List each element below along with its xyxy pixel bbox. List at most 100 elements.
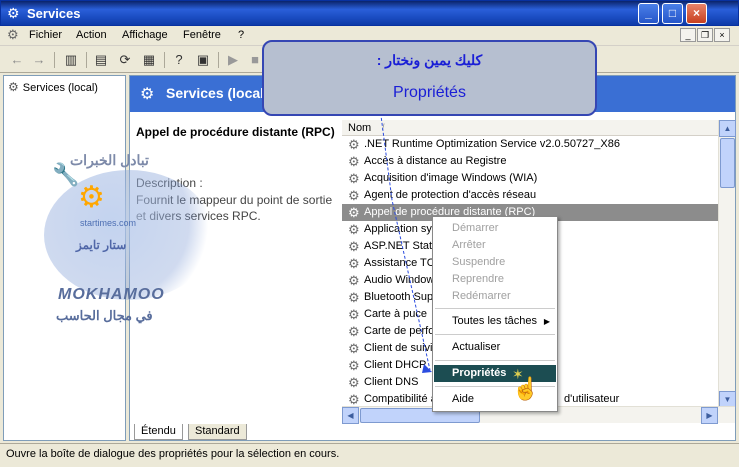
service-name: Acquisition d'image Windows (WIA): [364, 172, 538, 184]
service-row[interactable]: ⚙ Acquisition d'image Windows (WIA): [342, 170, 718, 187]
menu-help[interactable]: ?: [238, 29, 244, 41]
service-name: .NET Runtime Optimization Service v2.0.5…: [364, 138, 620, 150]
services-gear-icon: ⚙: [7, 5, 20, 21]
column-name-header[interactable]: Nom: [348, 122, 371, 134]
menu-item-actualiser[interactable]: Actualiser: [434, 339, 556, 356]
mdi-close-button[interactable]: ×: [714, 28, 730, 42]
export-list-icon[interactable]: ▦: [140, 51, 158, 69]
minimize-button[interactable]: _: [638, 3, 659, 24]
service-gear-icon: ⚙: [348, 358, 360, 373]
service-name: Audio Window: [364, 274, 435, 286]
close-button[interactable]: ×: [686, 3, 707, 24]
service-gear-icon: ⚙: [348, 171, 360, 186]
status-text: Ouvre la boîte de dialogue des propriété…: [6, 448, 340, 460]
window-title: Services: [27, 6, 81, 21]
back-arrow-icon[interactable]: ←: [8, 51, 26, 69]
console-icon[interactable]: ▣: [194, 51, 212, 69]
service-gear-icon: ⚙: [348, 307, 360, 322]
tree-node-label: Services (local): [22, 82, 98, 94]
menu-item-suspendre[interactable]: Suspendre: [434, 254, 556, 271]
properties-icon[interactable]: ▤: [92, 51, 110, 69]
service-row[interactable]: ⚙ Agent de protection d'accès réseau: [342, 187, 718, 204]
menu-separator: [435, 334, 555, 335]
show-tree-icon[interactable]: ▥: [62, 51, 80, 69]
service-row[interactable]: ⚙ .NET Runtime Optimization Service v2.0.…: [342, 136, 718, 153]
service-gear-icon: ⚙: [348, 205, 360, 220]
service-gear-icon: ⚙: [348, 375, 360, 390]
service-name: Accès à distance au Registre: [364, 155, 507, 167]
service-gear-icon: ⚙: [348, 341, 360, 356]
menu-separator: [435, 308, 555, 309]
service-name: Carte à puce: [364, 308, 427, 320]
scroll-left-arrow-icon[interactable]: ◀: [342, 407, 359, 424]
sort-indicator-icon: /: [382, 122, 385, 132]
service-title: Appel de procédure distante (RPC): [136, 125, 335, 139]
service-name: Client de suivi: [364, 342, 433, 354]
service-row[interactable]: ⚙ Accès à distance au Registre: [342, 153, 718, 170]
menu-item-label: Toutes les tâches: [452, 315, 537, 327]
service-name: Agent de protection d'accès réseau: [364, 189, 537, 201]
refresh-icon[interactable]: ⟳: [116, 51, 134, 69]
service-name: Client DNS: [364, 376, 419, 388]
service-name: Bluetooth Sup: [364, 291, 434, 303]
services-gear-icon: ⚙: [140, 86, 155, 103]
toolbar-separator: [86, 52, 87, 68]
menu-item-arreter[interactable]: Arrêter: [434, 237, 556, 254]
vertical-scrollbar[interactable]: ▲ ▼: [718, 120, 736, 408]
scroll-thumb[interactable]: [720, 138, 735, 188]
menu-affichage[interactable]: Affichage: [122, 29, 168, 41]
callout-french-text: Propriétés: [393, 84, 466, 101]
watermark-logo: 🔧 ⚙ تبادل الخبرات startimes.com ستار تاي…: [36, 140, 226, 340]
title-bar: ⚙ Services _ □ ×: [0, 0, 739, 26]
hand-pointer-icon: ☝: [512, 376, 540, 401]
toolbar-separator: [164, 52, 165, 68]
scroll-up-arrow-icon[interactable]: ▲: [719, 120, 736, 137]
view-tabs: Étendu Standard: [130, 424, 735, 440]
menu-action[interactable]: Action: [76, 29, 107, 41]
menu-item-reprendre[interactable]: Reprendre: [434, 271, 556, 288]
watermark-brand: MOKHAMOO: [58, 286, 165, 303]
service-name: Application sy: [364, 223, 432, 235]
tab-extended[interactable]: Étendu: [134, 424, 183, 440]
menu-item-redemarrer[interactable]: Redémarrer: [434, 288, 556, 305]
service-name: ASP.NET State: [364, 240, 439, 252]
service-gear-icon: ⚙: [348, 256, 360, 271]
menu-fenetre[interactable]: Fenêtre: [183, 29, 221, 41]
service-gear-icon: ⚙: [348, 392, 360, 406]
watermark-site: startimes.com: [80, 218, 137, 228]
mdi-minimize-button[interactable]: _: [680, 28, 696, 42]
service-gear-icon: ⚙: [348, 324, 360, 339]
play-icon[interactable]: ▶: [224, 51, 242, 69]
service-name: Client DHCP: [364, 359, 427, 371]
watermark-text: ستار تايمز: [76, 238, 127, 252]
menu-item-toutes-les-taches[interactable]: Toutes les tâches ▶: [434, 313, 556, 330]
submenu-arrow-icon: ▶: [543, 317, 550, 326]
tree-node-services-local[interactable]: ⚙ Services (local): [8, 80, 98, 94]
toolbar-separator: [218, 52, 219, 68]
tab-standard[interactable]: Standard: [188, 424, 247, 440]
service-gear-icon: ⚙: [348, 154, 360, 169]
list-header: Nom /: [342, 120, 718, 136]
pane-header-title: Services (local): [166, 85, 269, 101]
service-gear-icon: ⚙: [348, 273, 360, 288]
service-gear-icon: ⚙: [348, 222, 360, 237]
scroll-right-arrow-icon[interactable]: ▶: [701, 407, 718, 424]
forward-arrow-icon[interactable]: →: [30, 51, 48, 69]
help-icon[interactable]: ?: [170, 51, 188, 69]
maximize-button[interactable]: □: [662, 3, 683, 24]
service-name: Compatibilité à: [364, 393, 437, 405]
mmc-gear-icon[interactable]: ⚙: [7, 28, 21, 42]
status-bar: Ouvre la boîte de dialogue des propriété…: [0, 443, 739, 467]
menu-fichier[interactable]: Fichier: [29, 29, 62, 41]
row-trailing-text: d'utilisateur: [564, 393, 620, 405]
mdi-restore-button[interactable]: ❐: [697, 28, 713, 42]
callout-arabic-text: كليك يمين ونختار :: [376, 52, 483, 68]
instruction-callout: كليك يمين ونختار : Propriétés: [262, 40, 597, 116]
service-name: Assistance TC: [364, 257, 435, 269]
service-name: Carte de perfo: [364, 325, 435, 337]
service-gear-icon: ⚙: [348, 239, 360, 254]
toolbar-separator: [54, 52, 55, 68]
menu-item-demarrer[interactable]: Démarrer: [434, 220, 556, 237]
globe-icon: [44, 170, 214, 300]
service-gear-icon: ⚙: [348, 188, 360, 203]
